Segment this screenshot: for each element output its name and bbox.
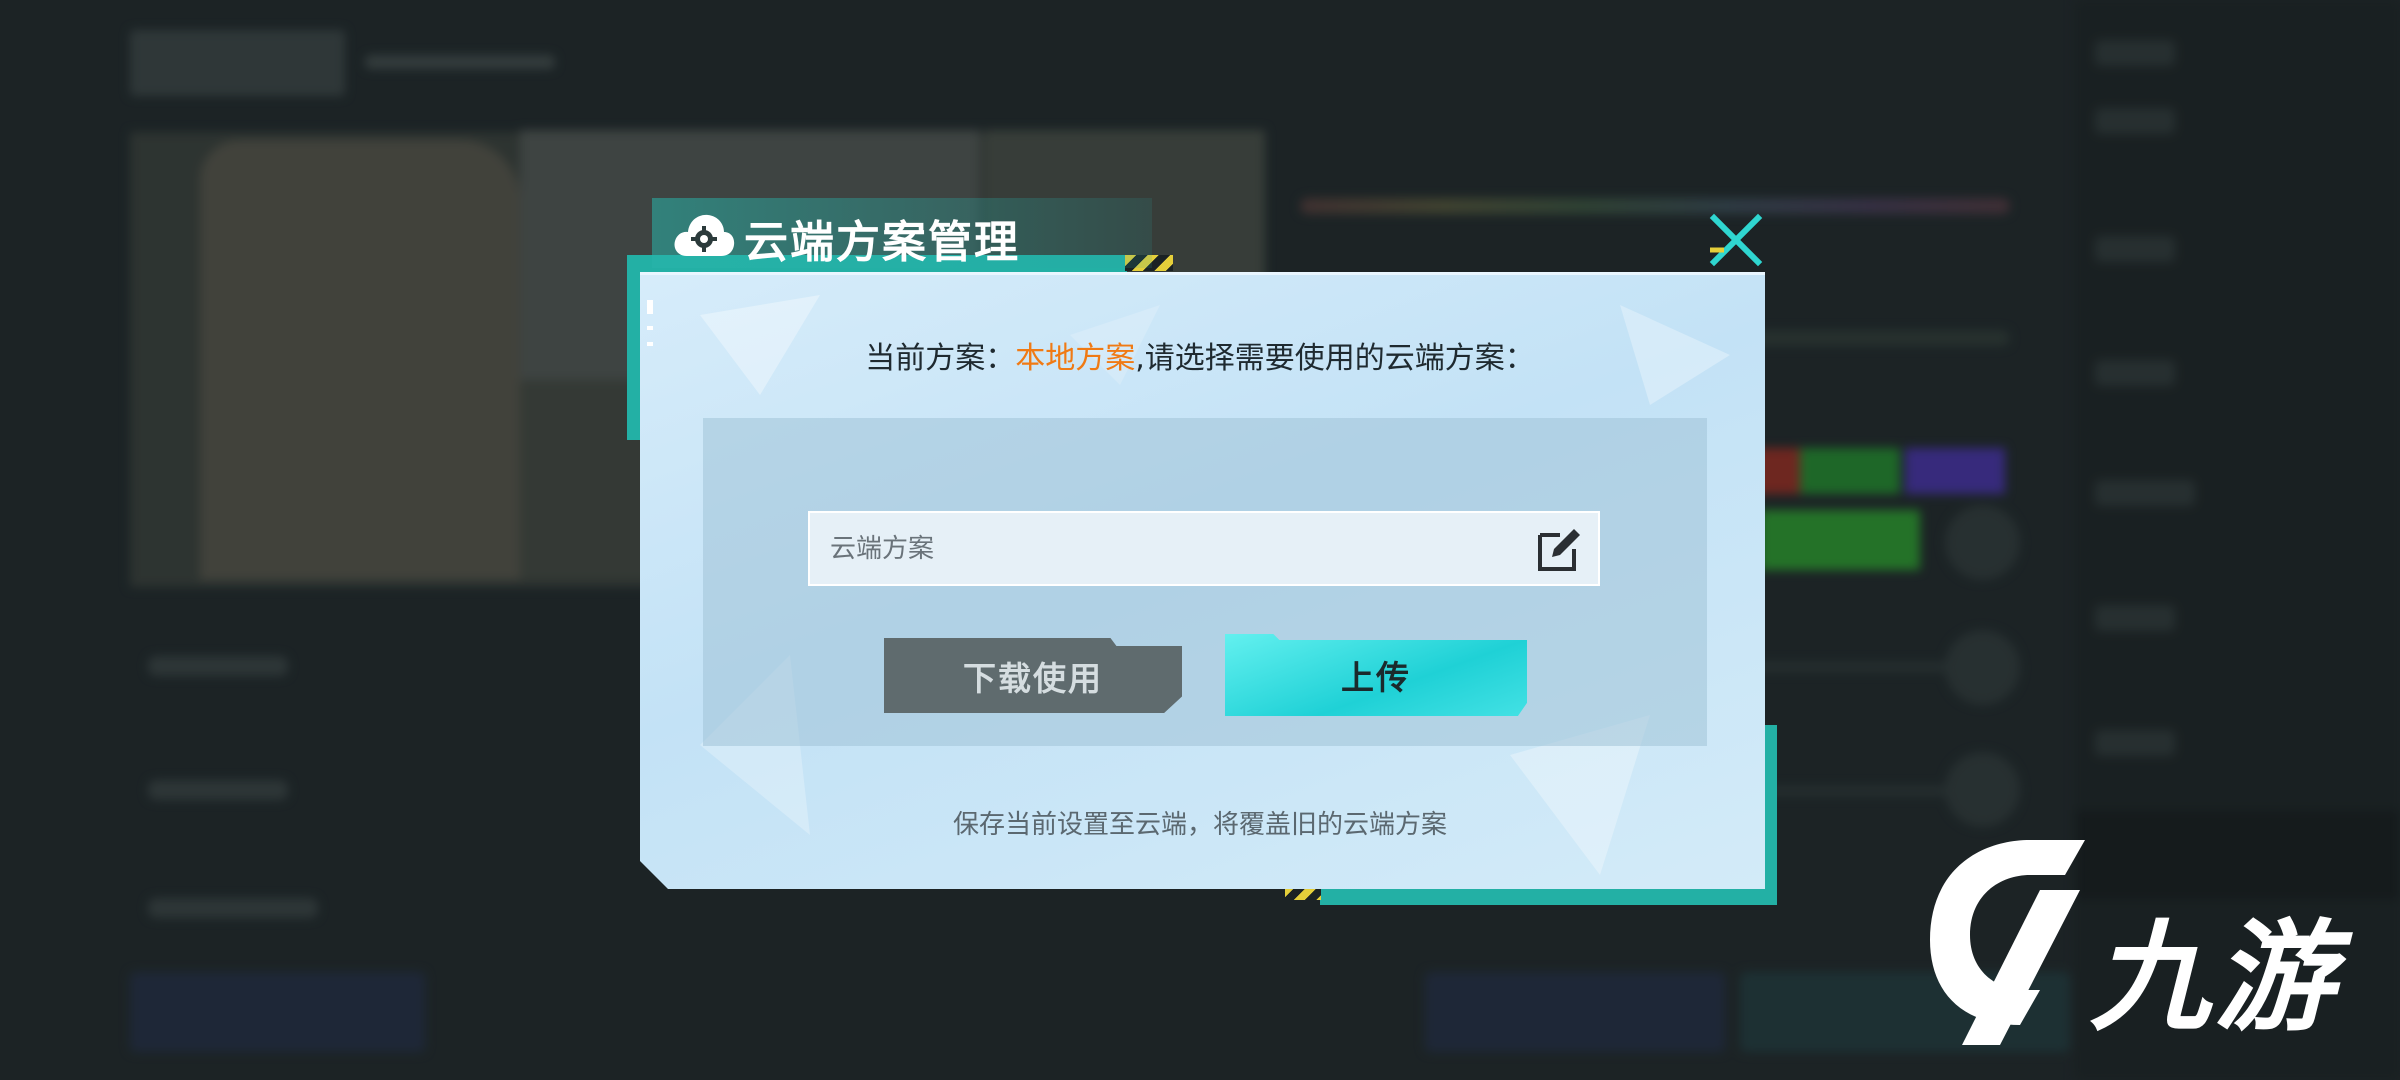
edit-icon[interactable] — [1534, 525, 1584, 575]
current-plan-name: 本地方案 — [1015, 341, 1136, 376]
dialog-title: 云端方案管理 — [744, 217, 1020, 268]
watermark-brand: 九游 — [2090, 909, 2338, 1048]
upload-button[interactable]: 上传 — [1225, 634, 1527, 716]
close-button[interactable] — [1706, 210, 1766, 270]
close-icon — [1709, 213, 1763, 267]
download-use-button[interactable]: 下载使用 — [884, 638, 1182, 713]
cloud-plan-name-input[interactable] — [830, 513, 1510, 584]
cloud-gear-icon — [673, 210, 735, 260]
cloud-plan-name-field[interactable] — [808, 511, 1600, 586]
current-plan-prompt: 当前方案：本地方案,请选择需要使用的云端方案： — [0, 333, 2400, 377]
prompt-prefix: 当前方案： — [865, 341, 1016, 376]
prompt-suffix: ,请选择需要使用的云端方案： — [1135, 341, 1535, 376]
